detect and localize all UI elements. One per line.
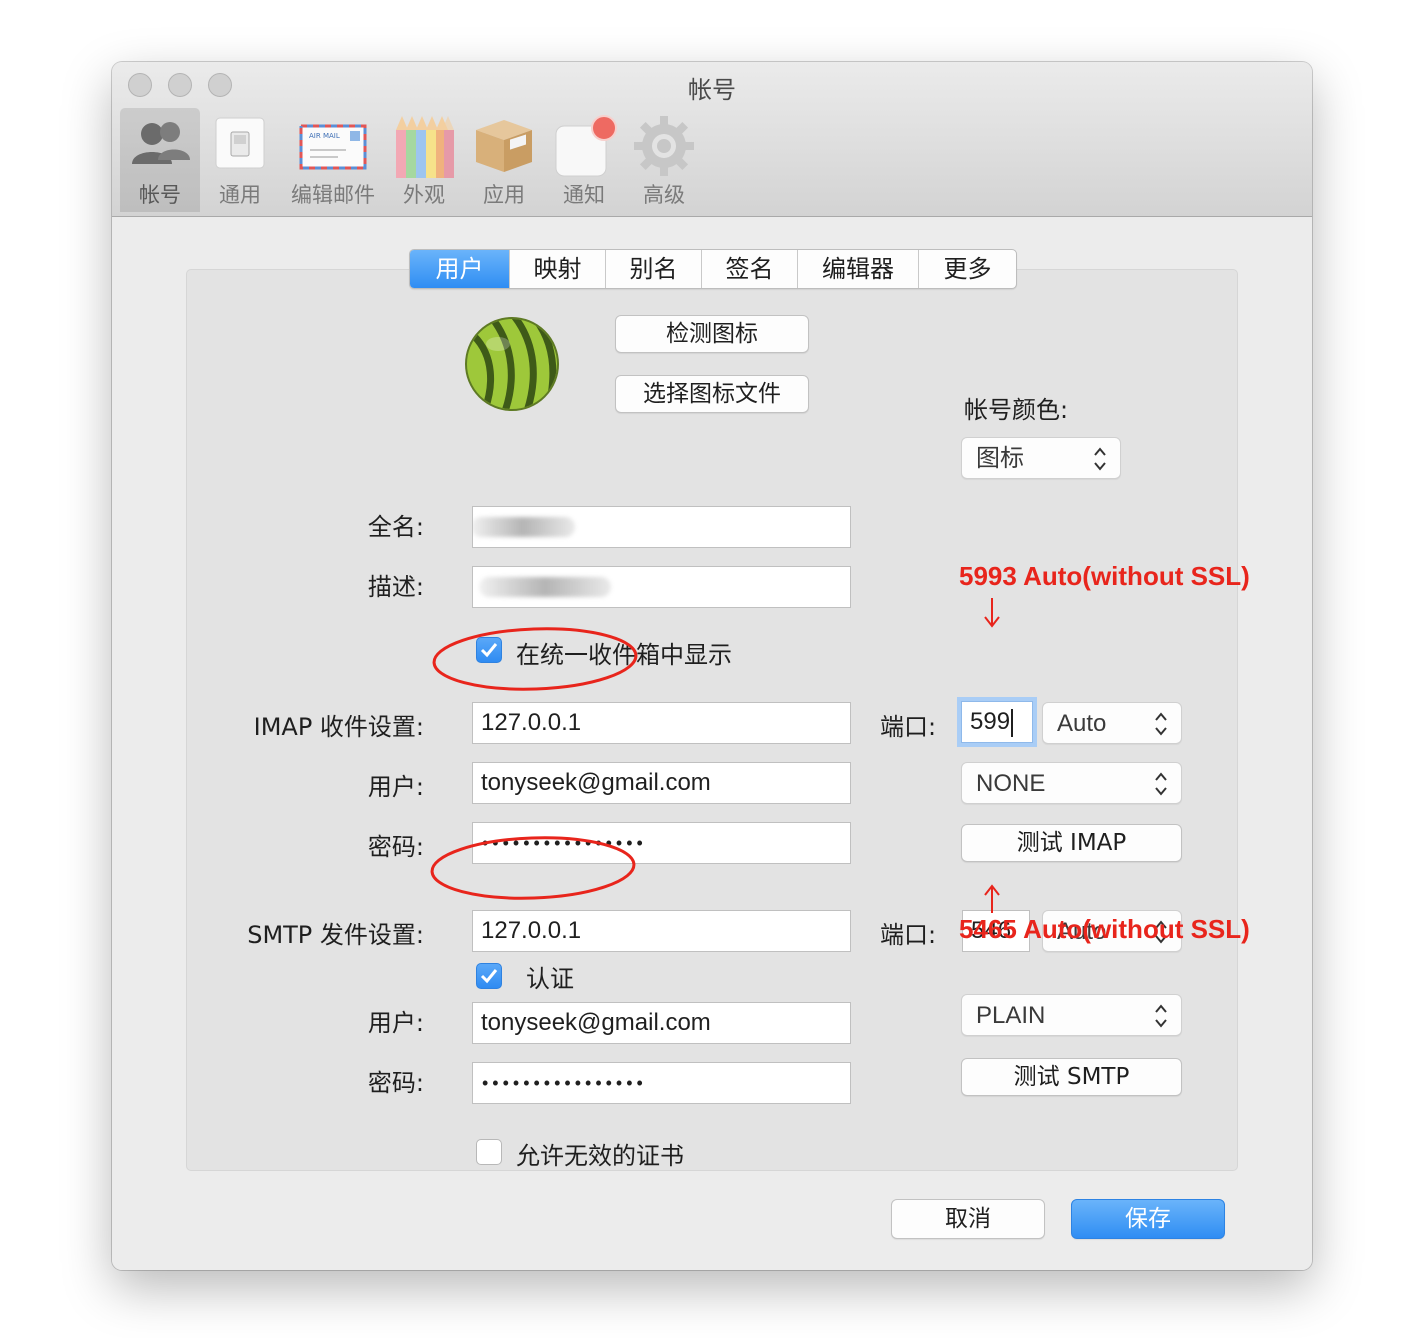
down-arrow-icon — [984, 598, 1000, 628]
up-arrow-icon — [984, 884, 1000, 913]
smtp-server-circle — [430, 836, 636, 900]
imap-server-circle — [432, 627, 638, 691]
annotation-overlay — [430, 598, 1000, 913]
smtp-port-annotation: 5465 Auto(without SSL) — [959, 914, 1250, 944]
imap-port-annotation: 5993 Auto(without SSL) — [959, 561, 1250, 591]
